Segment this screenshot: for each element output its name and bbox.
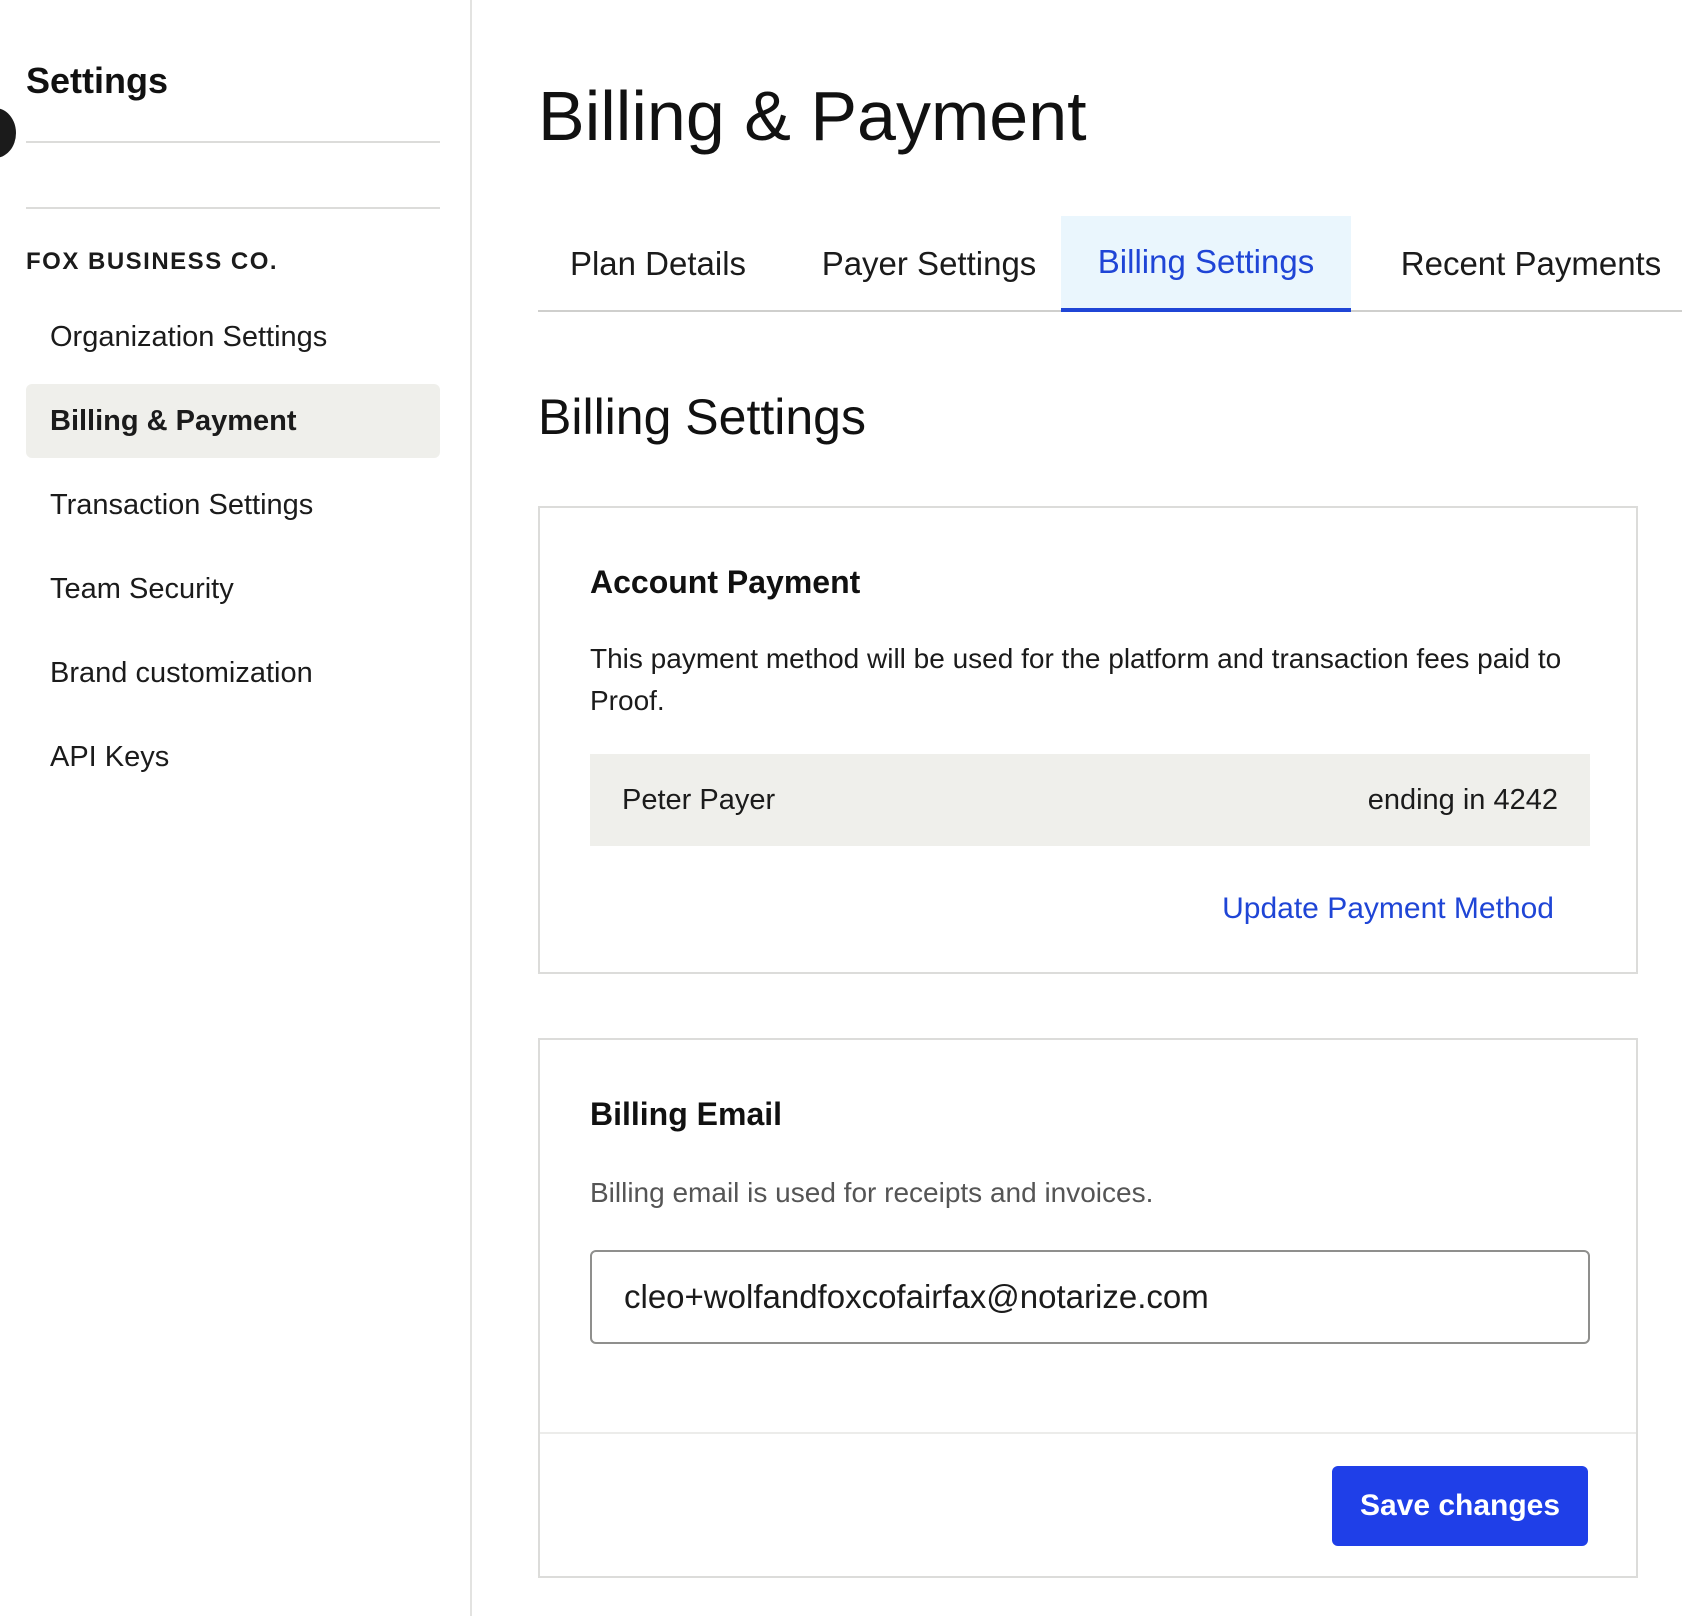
tab-payer-settings[interactable]: Payer Settings bbox=[778, 216, 1080, 312]
divider bbox=[26, 207, 440, 209]
page-title: Billing & Payment bbox=[538, 77, 1087, 155]
save-changes-button[interactable]: Save changes bbox=[1332, 1466, 1588, 1546]
sidebar-item-transaction-settings[interactable]: Transaction Settings bbox=[26, 468, 440, 542]
card-heading: Billing Email bbox=[590, 1096, 783, 1132]
tab-plan-details[interactable]: Plan Details bbox=[538, 216, 778, 312]
sidebar-item-label: Organization Settings bbox=[50, 320, 328, 353]
sidebar-item-label: Billing & Payment bbox=[50, 404, 297, 437]
card-description: This payment method will be used for the… bbox=[590, 643, 1562, 716]
card-description: Billing email is used for receipts and i… bbox=[590, 1177, 1154, 1208]
sidebar-toggle-handle[interactable] bbox=[0, 108, 16, 158]
sidebar-item-label: Transaction Settings bbox=[50, 488, 314, 521]
organization-name: FOX BUSINESS CO. bbox=[26, 248, 279, 275]
sidebar-item-organization-settings[interactable]: Organization Settings bbox=[26, 300, 440, 374]
tab-bar: Plan Details Payer Settings Billing Sett… bbox=[538, 216, 1682, 312]
sidebar-title: Settings bbox=[26, 60, 169, 101]
card-heading: Account Payment bbox=[590, 564, 861, 600]
billing-email-input[interactable] bbox=[590, 1250, 1590, 1344]
sidebar-item-api-keys[interactable]: API Keys bbox=[26, 720, 440, 794]
card-ending: ending in 4242 bbox=[1367, 783, 1558, 816]
tab-recent-payments[interactable]: Recent Payments bbox=[1381, 216, 1681, 312]
account-payment-card: Account Payment This payment method will… bbox=[538, 506, 1638, 974]
update-payment-method-link[interactable]: Update Payment Method bbox=[1222, 892, 1554, 926]
billing-email-card: Billing Email Billing email is used for … bbox=[538, 1038, 1638, 1578]
sidebar-item-label: Team Security bbox=[50, 572, 234, 605]
divider bbox=[540, 1432, 1636, 1434]
sidebar-item-team-security[interactable]: Team Security bbox=[26, 552, 440, 626]
divider bbox=[26, 141, 440, 143]
section-title: Billing Settings bbox=[538, 389, 866, 445]
sidebar-item-brand-customization[interactable]: Brand customization bbox=[26, 636, 440, 710]
payment-method-row: Peter Payer ending in 4242 bbox=[590, 754, 1590, 846]
sidebar-item-label: Brand customization bbox=[50, 656, 313, 689]
payer-name: Peter Payer bbox=[622, 783, 776, 816]
tab-billing-settings[interactable]: Billing Settings bbox=[1061, 216, 1351, 312]
sidebar-item-label: API Keys bbox=[50, 740, 170, 773]
sidebar: Settings FOX BUSINESS CO. Organization S… bbox=[0, 0, 472, 1616]
sidebar-item-billing-payment[interactable]: Billing & Payment bbox=[26, 384, 440, 458]
